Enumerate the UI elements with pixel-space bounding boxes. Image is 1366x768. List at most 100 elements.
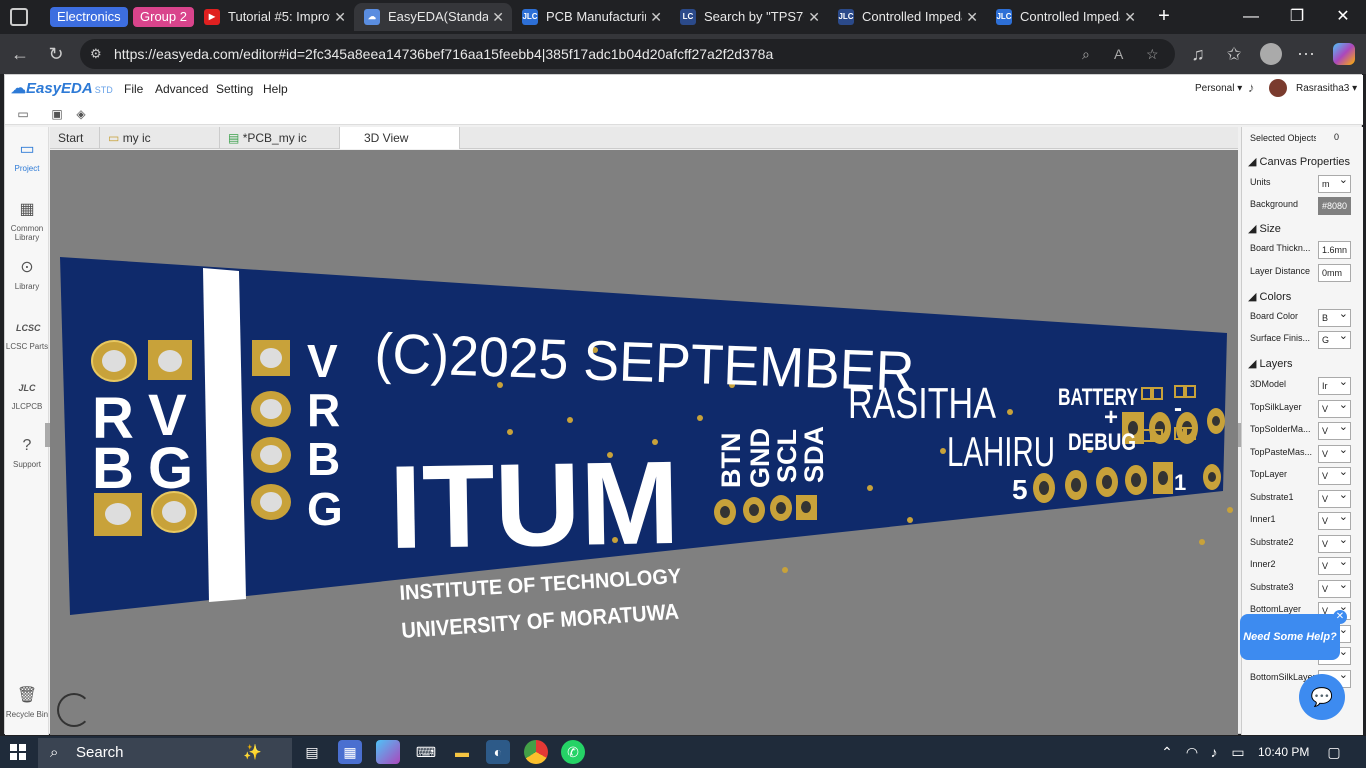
reset-view-icon[interactable]	[57, 693, 91, 727]
close-icon[interactable]: ✕	[1124, 3, 1136, 31]
layer-visibility-select[interactable]: V	[1318, 512, 1351, 530]
tab-start[interactable]: Start	[50, 127, 100, 149]
left-panel-collapse-handle[interactable]	[45, 423, 50, 447]
silk-b-col: B	[307, 433, 340, 485]
user-avatar[interactable]	[1269, 79, 1287, 97]
tab-my-ic[interactable]: ▭ my ic	[100, 127, 220, 149]
chip-icon: ▦	[19, 201, 35, 218]
layer-visibility-select[interactable]: V	[1318, 422, 1351, 440]
chrome-icon[interactable]	[524, 740, 548, 764]
bell-icon[interactable]: ♪	[1248, 80, 1255, 95]
surface-finish-select[interactable]: G	[1318, 331, 1351, 349]
browser-tab[interactable]: LC Search by "TPS76 ✕	[670, 3, 828, 31]
board-color-select[interactable]: B	[1318, 309, 1351, 327]
layer-visibility-select[interactable]: V	[1318, 467, 1351, 485]
chat-launcher-icon[interactable]: 💬	[1299, 674, 1345, 720]
help-chat-bubble[interactable]: Need Some Help?	[1240, 614, 1340, 660]
menu-bar: ☁EasyEDA STD File Advanced Setting Help P…	[5, 75, 1363, 103]
favorite-star-icon[interactable]: ☆	[1146, 39, 1159, 69]
export-image-icon[interactable]: ▣	[49, 106, 65, 122]
window-close-icon[interactable]: ✕	[1320, 0, 1366, 34]
layer-visibility-select[interactable]: V	[1318, 444, 1351, 463]
workspace-selector[interactable]: Personal ▾	[1195, 83, 1242, 94]
board-thickness-input[interactable]: 1.6mn	[1318, 241, 1351, 259]
minimize-icon[interactable]: —	[1228, 0, 1274, 34]
open-folder-icon[interactable]: ▭	[15, 106, 31, 122]
browser-tab[interactable]: ▶ Tutorial #5: Improv ✕	[194, 3, 354, 31]
tab-actions-icon[interactable]	[10, 8, 28, 26]
browser-tab-active[interactable]: ☁ EasyEDA(Standard ✕	[354, 3, 512, 31]
battery-icon[interactable]: ▭	[1226, 740, 1250, 764]
favorites-icon[interactable]: ✩	[1222, 42, 1246, 66]
close-icon[interactable]: ✕	[650, 3, 662, 31]
notifications-icon[interactable]: ▢	[1322, 740, 1346, 764]
nav-library[interactable]: ⊙ Library	[5, 257, 49, 291]
widgets-icon[interactable]: ▦	[338, 740, 362, 764]
edge-icon[interactable]: ◐	[486, 740, 510, 764]
tray-chevron-icon[interactable]: ⌃	[1155, 740, 1179, 764]
copilot-icon[interactable]	[1333, 43, 1355, 65]
site-info-icon[interactable]: ⚙	[90, 39, 102, 69]
nav-project[interactable]: ▭ Project	[5, 139, 49, 173]
section-layers[interactable]: ◢ Layers	[1248, 357, 1293, 370]
maximize-icon[interactable]: ❐	[1274, 0, 1320, 34]
browser-tab[interactable]: JLC Controlled Impeda ✕	[828, 3, 986, 31]
browser-tab[interactable]: JLC PCB Manufacturin ✕	[512, 3, 670, 31]
layer-visibility-select[interactable]: V	[1318, 557, 1351, 575]
url-field[interactable]: ⚙ https://easyeda.com/editor#id=2fc345a8…	[80, 39, 1175, 69]
zoom-icon[interactable]: ⌕	[1082, 39, 1090, 69]
copilot-app-icon[interactable]	[376, 740, 400, 764]
tab-3d-view[interactable]: 3D View	[340, 127, 460, 149]
layers-icon[interactable]: ◈	[73, 106, 89, 122]
close-icon[interactable]: ✕	[808, 3, 820, 31]
menu-file[interactable]: File	[124, 82, 143, 96]
user-menu[interactable]: Rasrasitha3 ▾	[1296, 83, 1357, 94]
nav-support[interactable]: ? Support	[5, 435, 49, 469]
menu-help[interactable]: Help	[263, 82, 288, 96]
chat-close-icon[interactable]: ✕	[1333, 610, 1347, 624]
layer-visibility-select[interactable]: V	[1318, 579, 1351, 598]
pcb-3d-board[interactable]: R V B G V R B G (C)2025 SEPTEMBER ITUM I…	[50, 150, 1238, 735]
file-explorer-icon[interactable]: ▬	[450, 740, 474, 764]
windows-start-icon[interactable]	[10, 744, 26, 760]
whatsapp-icon[interactable]: ✆	[561, 740, 585, 764]
layer-visibility-select[interactable]: V	[1318, 534, 1351, 553]
read-aloud-icon[interactable]: A	[1114, 39, 1123, 69]
units-select[interactable]: m	[1318, 175, 1351, 193]
profile-avatar[interactable]	[1260, 43, 1282, 65]
nav-lcsc-parts[interactable]: LCSC LCSC Parts	[5, 317, 49, 351]
new-tab-icon[interactable]: +	[1152, 3, 1176, 31]
close-icon[interactable]: ✕	[966, 3, 978, 31]
layer-visibility-select[interactable]: V	[1318, 399, 1351, 418]
wifi-icon[interactable]: ◠	[1180, 740, 1204, 764]
menu-advanced[interactable]: Advanced	[155, 82, 208, 96]
reload-icon[interactable]: ↻	[44, 42, 68, 66]
tab-group-2[interactable]: Group 2	[133, 7, 194, 27]
close-icon[interactable]: ✕	[334, 3, 346, 31]
taskbar-clock[interactable]: 10:40 PM	[1258, 736, 1309, 768]
nav-recycle-bin[interactable]: 🗑 Recycle Bin	[5, 685, 49, 719]
3d-view-canvas[interactable]: R V B G V R B G (C)2025 SEPTEMBER ITUM I…	[50, 150, 1238, 735]
section-canvas-properties[interactable]: ◢ Canvas Properties	[1248, 155, 1350, 168]
task-view-icon[interactable]: ▤	[300, 740, 324, 764]
background-label: Background	[1250, 199, 1299, 209]
nav-jlcpcb[interactable]: JLC JLCPCB	[5, 377, 49, 411]
back-icon[interactable]: ←	[8, 42, 32, 66]
section-size[interactable]: ◢ Size	[1248, 222, 1281, 235]
more-menu-icon[interactable]: ⋯	[1294, 42, 1318, 66]
layer-distance-input[interactable]: 0mm	[1318, 264, 1351, 282]
tab-group-electronics[interactable]: Electronics	[50, 7, 128, 27]
tab-pcb-my-ic[interactable]: ▤ *PCB_my ic	[220, 127, 340, 149]
section-colors[interactable]: ◢ Colors	[1248, 290, 1291, 303]
keyboard-icon[interactable]: ⌨	[414, 740, 438, 764]
taskbar-search[interactable]: ⌕ Search ✨	[38, 738, 292, 768]
browser-tab[interactable]: JLC Controlled Impeda ✕	[986, 3, 1144, 31]
layer-visibility-select[interactable]: V	[1318, 489, 1351, 508]
layer-visibility-select[interactable]: Ir	[1318, 377, 1351, 395]
close-icon[interactable]: ✕	[492, 3, 504, 31]
nav-common-library[interactable]: ▦ Common Library	[5, 199, 49, 242]
extensions-icon[interactable]: ♫	[1186, 42, 1210, 66]
menu-setting[interactable]: Setting	[216, 82, 253, 96]
volume-icon[interactable]: ♪	[1202, 740, 1226, 764]
background-color-swatch[interactable]: #8080	[1318, 197, 1351, 215]
